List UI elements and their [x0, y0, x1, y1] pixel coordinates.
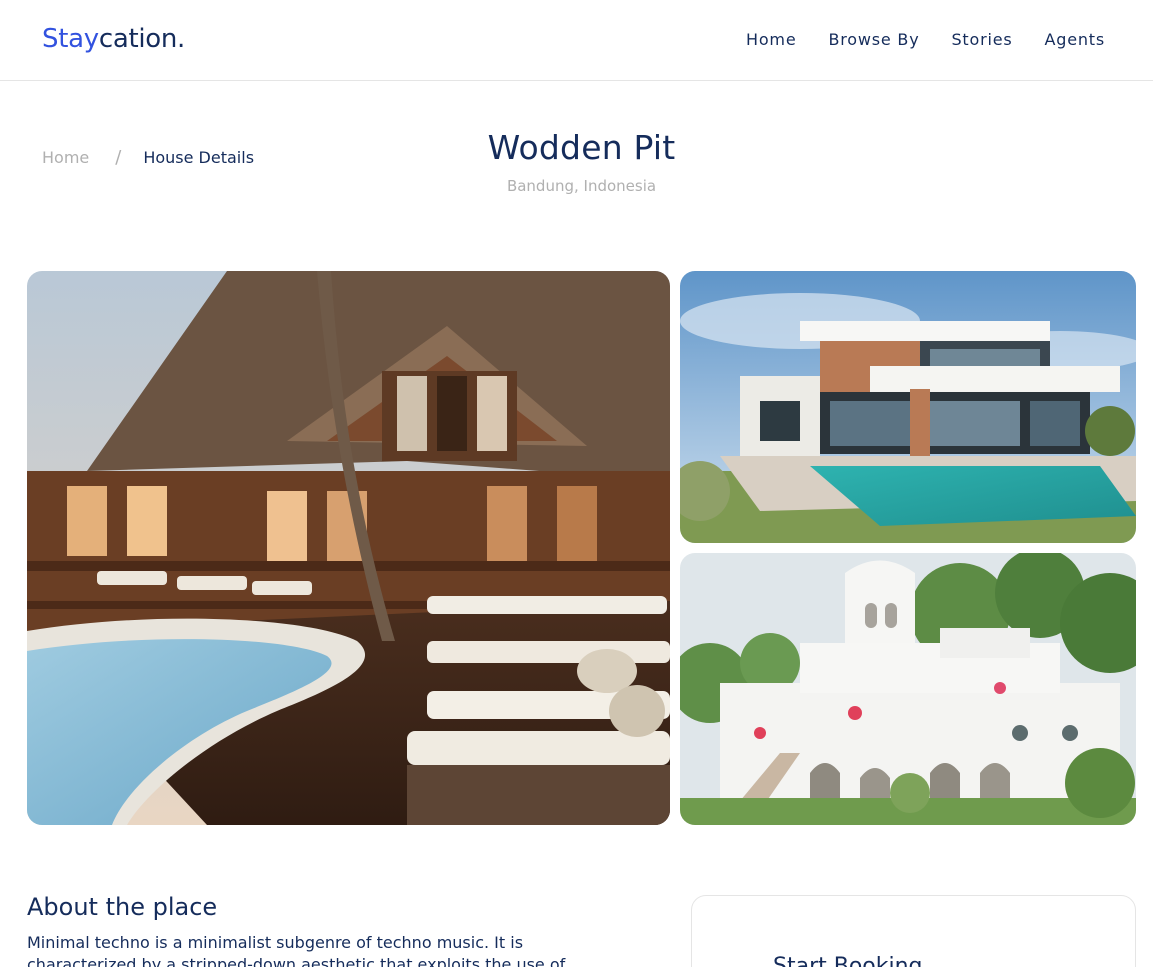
main-nav: Home Browse By Stories Agents: [746, 30, 1105, 49]
booking-card: Start Booking: [691, 895, 1136, 967]
booking-title: Start Booking: [773, 954, 923, 967]
nav-stories[interactable]: Stories: [951, 30, 1012, 49]
about-heading: About the place: [27, 893, 218, 921]
about-description: Minimal techno is a minimalist subgenre …: [27, 933, 566, 967]
wooden-resort-pool-image: [27, 271, 670, 825]
property-location: Bandung, Indonesia: [506, 177, 657, 195]
nav-browse-by[interactable]: Browse By: [828, 30, 919, 49]
nav-home[interactable]: Home: [746, 30, 796, 49]
nav-agents[interactable]: Agents: [1045, 30, 1106, 49]
logo[interactable]: Staycation.: [42, 24, 185, 54]
title-block: Wodden Pit Bandung, Indonesia: [0, 128, 1153, 195]
modern-villa-pool-image: [680, 271, 1136, 543]
logo-accent: Stay: [42, 24, 99, 54]
logo-rest: cation.: [98, 24, 186, 54]
white-mediterranean-house-photo[interactable]: [680, 553, 1136, 825]
header: Staycation. Home Browse By Stories Agent…: [0, 0, 1153, 81]
modern-villa-pool-photo[interactable]: [680, 271, 1136, 543]
page-title: Wodden Pit: [487, 128, 676, 167]
white-mediterranean-house-image: [680, 553, 1136, 825]
wooden-resort-pool-photo[interactable]: [27, 271, 670, 825]
